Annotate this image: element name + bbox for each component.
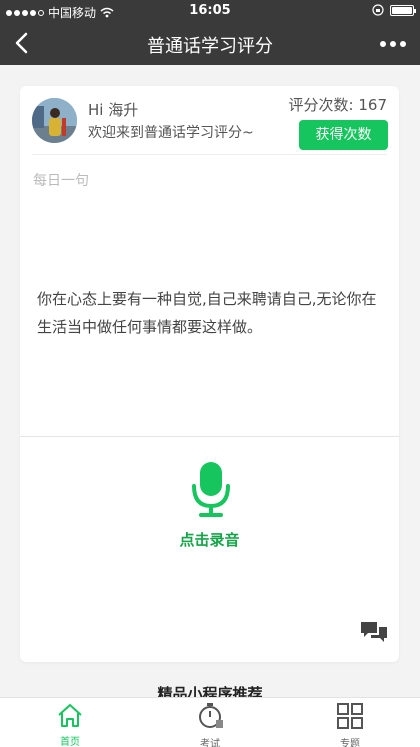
orientation-lock-icon (372, 4, 384, 16)
tab-label: 专题 (340, 739, 360, 747)
grid-icon (337, 703, 363, 729)
more-icon[interactable] (380, 41, 406, 47)
page-title: 普通话学习评分 (147, 36, 273, 57)
navbar: 普通话学习评分 (0, 22, 420, 65)
welcome-text: 欢迎来到普通话学习评分~ (88, 125, 254, 141)
divider (32, 154, 387, 155)
tab-label: 考试 (200, 739, 220, 747)
battery-icon (390, 4, 416, 16)
score-count: 评分次数: 167 (288, 96, 387, 114)
stopwatch-icon (199, 703, 223, 728)
greeting: Hi 海升 (88, 101, 139, 119)
status-time: 16:05 (189, 3, 231, 18)
divider (20, 436, 399, 437)
tab-label: 首页 (60, 737, 80, 747)
tab-home[interactable]: 首页 (40, 702, 100, 747)
record-label[interactable]: 点击录音 (20, 529, 399, 550)
get-count-button[interactable]: 获得次数 (299, 120, 388, 150)
microphone-icon[interactable] (191, 460, 231, 520)
chat-icon[interactable] (360, 620, 388, 644)
main-card: Hi 海升 欢迎来到普通话学习评分~ 评分次数: 167 获得次数 每日一句 你… (20, 86, 399, 662)
daily-quote: 你在心态上要有一种自觉,自己来聘请自己,无论你在生活当中做任何事情都要这样做。 (37, 290, 377, 336)
status-bar: 中国移动 16:05 (0, 0, 420, 22)
home-icon (58, 704, 82, 727)
tab-bar: 首页 考试 专题 (0, 697, 420, 747)
tab-topics[interactable]: 专题 (320, 702, 380, 747)
daily-label: 每日一句 (33, 173, 89, 189)
tab-exam[interactable]: 考试 (180, 702, 240, 747)
avatar (32, 98, 77, 143)
